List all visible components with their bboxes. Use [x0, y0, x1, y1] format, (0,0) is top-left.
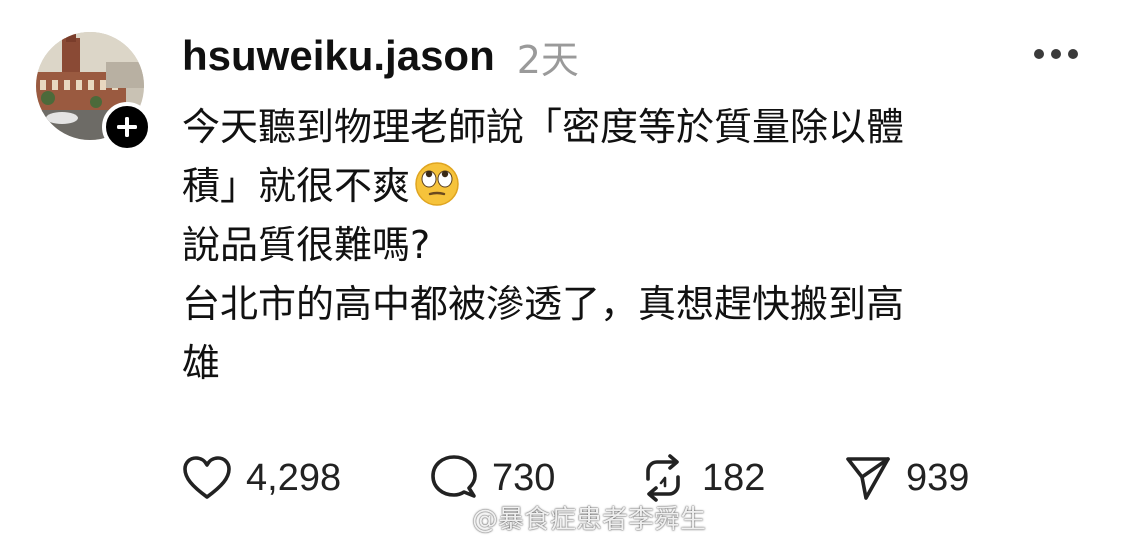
more-button[interactable]	[1030, 40, 1082, 68]
comment-count: 730	[492, 456, 556, 499]
share-count: 939	[906, 456, 970, 499]
repost-count: 182	[702, 456, 766, 499]
share-button[interactable]: 939	[844, 448, 969, 508]
timestamp: 2天	[516, 37, 579, 82]
watermark: @暴食症患者李舜生	[432, 500, 707, 535]
heart-icon	[183, 456, 231, 499]
post-text-line: 積」就很不爽	[182, 157, 1082, 216]
post-text: 今天聽到物理老師說「密度等於質量除以體 積」就很不爽 說品質很難嗎? 台北市的高…	[182, 98, 1082, 393]
repost-icon	[646, 454, 680, 502]
post-text-line: 說品質很難嗎?	[182, 223, 431, 267]
plus-icon	[117, 117, 137, 137]
eye-roll-emoji	[415, 162, 459, 206]
weibo-logo-icon	[432, 505, 465, 531]
post-text-line: 雄	[182, 341, 221, 385]
watermark-text: @暴食症患者李舜生	[472, 504, 707, 535]
follow-button[interactable]	[102, 102, 152, 152]
send-icon	[846, 457, 890, 500]
comment-icon	[431, 455, 477, 498]
like-count: 4,298	[246, 456, 342, 499]
username[interactable]: hsuweiku.jason	[182, 32, 495, 80]
like-button[interactable]: 4,298	[182, 448, 341, 508]
post-text-line: 台北市的高中都被滲透了，真想趕快搬到高	[182, 282, 905, 326]
post-text-line: 今天聽到物理老師說「密度等於質量除以體	[182, 105, 905, 149]
post-header: hsuweiku.jason 2天	[182, 28, 579, 84]
more-icon	[1034, 49, 1078, 59]
